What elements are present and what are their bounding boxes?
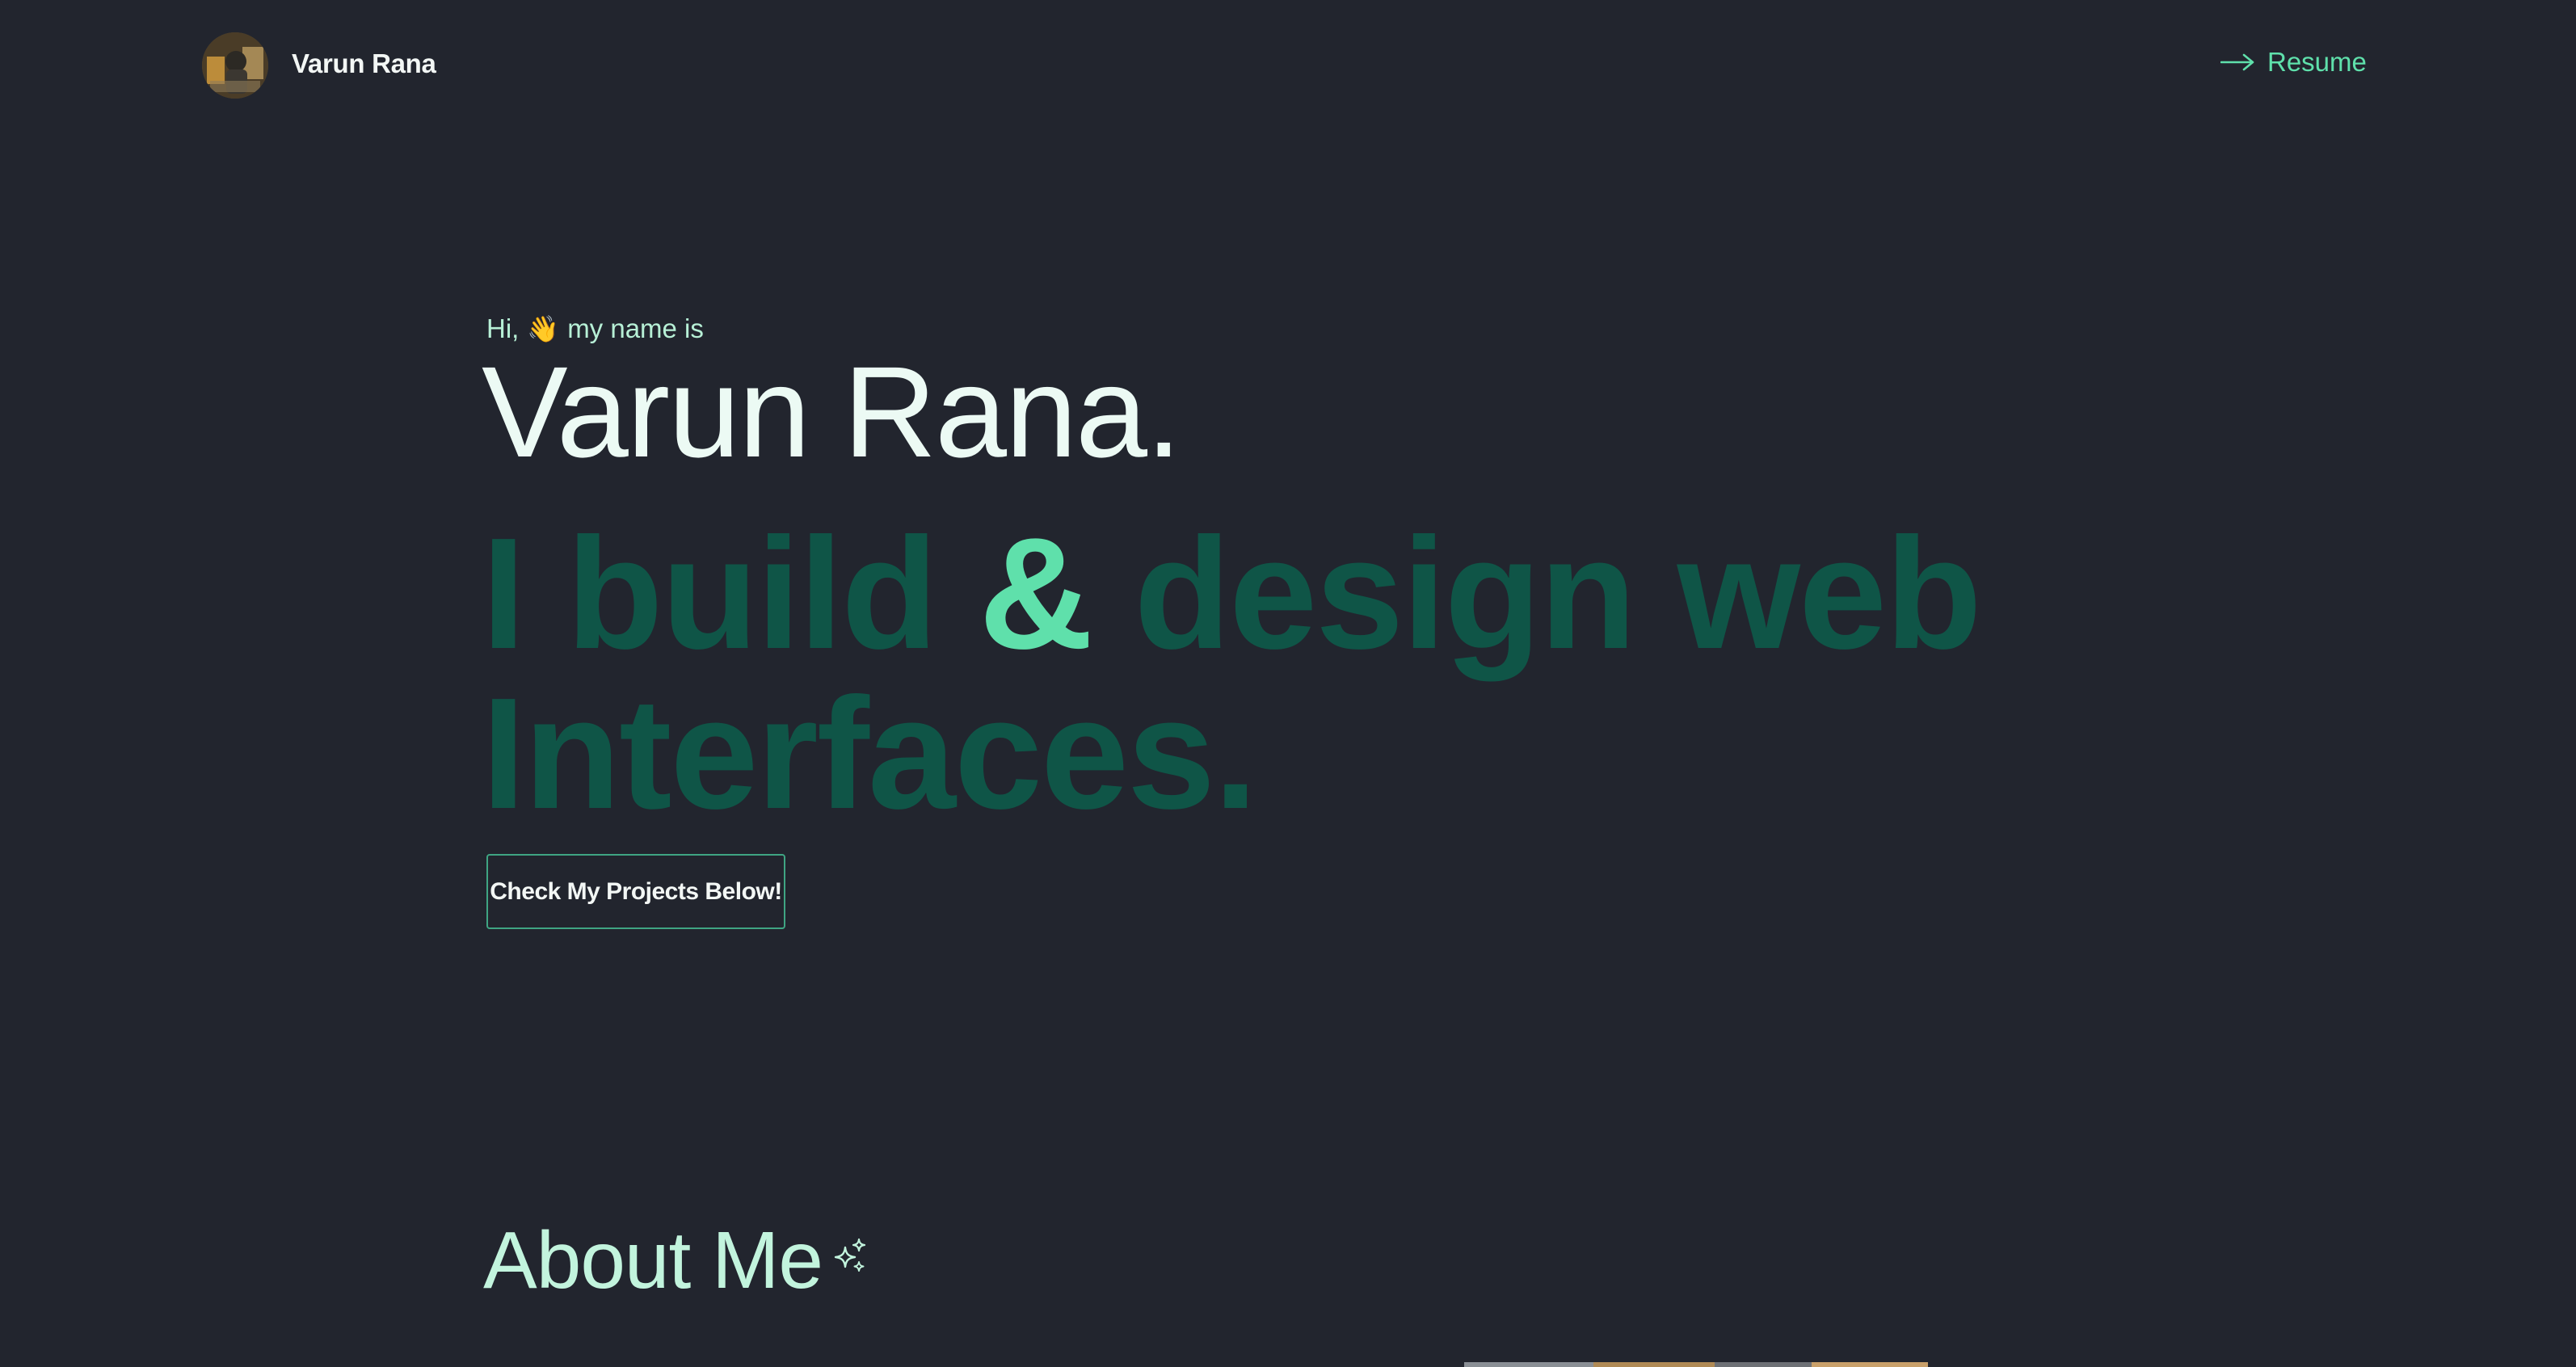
tagline-ampersand: & [979, 505, 1093, 682]
check-projects-button[interactable]: Check My Projects Below! [486, 854, 785, 929]
arrow-right-icon [2220, 53, 2254, 71]
profile-avatar-image [202, 32, 268, 99]
about-title: About Me [483, 1215, 823, 1306]
brand-name[interactable]: Varun Rana [292, 48, 436, 79]
tagline-part1: I build [482, 505, 938, 682]
sparkles-icon [832, 1238, 868, 1279]
about-image [1464, 1362, 1928, 1367]
avatar[interactable] [202, 32, 268, 99]
hero-name: Varun Rana. [482, 339, 1181, 484]
resume-label: Resume [2267, 47, 2367, 77]
hero-tagline: I build & design web Interfaces. [482, 514, 2098, 834]
resume-link[interactable]: Resume [2220, 47, 2367, 78]
